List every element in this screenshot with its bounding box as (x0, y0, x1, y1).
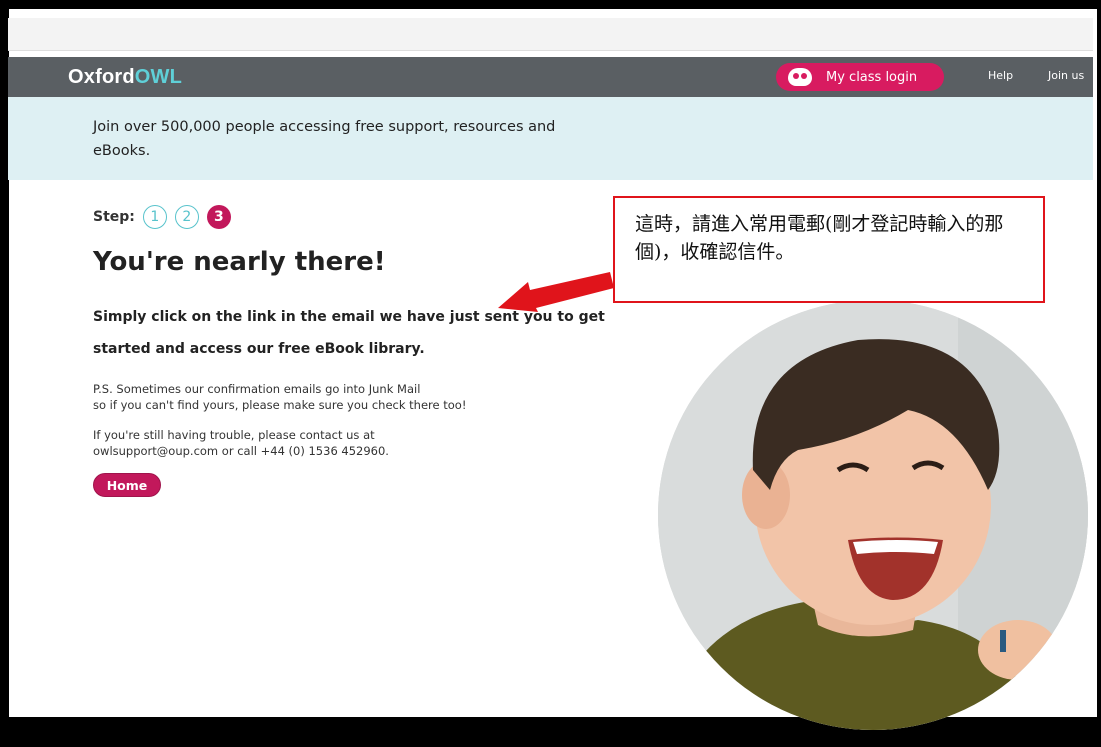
help-link[interactable]: Help (988, 69, 1013, 82)
step-label: Step: (93, 209, 135, 225)
laughing-child-illustration (658, 300, 1088, 730)
class-login-label: My class login (826, 69, 918, 85)
home-button[interactable]: Home (93, 473, 161, 497)
step-3-current: 3 (206, 205, 231, 229)
ps-line-2: so if you can't find yours, please make … (93, 398, 467, 412)
logo-prefix: Oxford (68, 66, 135, 88)
join-banner: Join over 500,000 people accessing free … (8, 97, 1093, 180)
trouble-line-2: owlsupport@oup.com or call +44 (0) 1536 … (93, 444, 389, 458)
red-arrow-icon (498, 272, 614, 312)
owl-icon (786, 66, 814, 88)
support-contact: If you're still having trouble, please c… (93, 427, 653, 459)
top-navigation: OxfordOWL My class login Help Join us (8, 57, 1093, 97)
oxford-owl-logo[interactable]: OxfordOWL (68, 66, 182, 89)
main-content: Step: 1 2 3 You're nearly there! Simply … (93, 205, 653, 497)
child-photo (658, 300, 1088, 730)
step-indicator: Step: 1 2 3 (93, 205, 653, 229)
browser-toolbar (8, 18, 1093, 51)
banner-text: Join over 500,000 people accessing free … (93, 119, 556, 159)
logo-suffix: OWL (134, 66, 183, 88)
step-2: 2 (174, 205, 199, 229)
join-us-link[interactable]: Join us (1048, 69, 1084, 82)
junk-mail-note: P.S. Sometimes our confirmation emails g… (93, 381, 653, 413)
annotation-text: 這時，請進入常用電郵(剛才登記時輸入的那個)，收確認信件。 (635, 213, 1004, 263)
step-1: 1 (142, 205, 167, 229)
annotation-callout: 這時，請進入常用電郵(剛才登記時輸入的那個)，收確認信件。 (613, 196, 1045, 303)
trouble-line-1: If you're still having trouble, please c… (93, 428, 375, 442)
my-class-login-button[interactable]: My class login (776, 63, 944, 91)
ps-line-1: P.S. Sometimes our confirmation emails g… (93, 382, 421, 396)
